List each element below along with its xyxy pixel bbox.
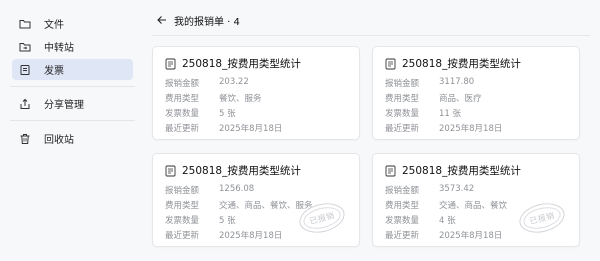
amount-value: 3117.80 <box>439 77 475 87</box>
updated-value: 2025年8月18日 <box>219 124 283 134</box>
type-value: 餐饮、服务 <box>219 94 262 104</box>
folder-icon <box>19 18 31 30</box>
amount-value: 1256.08 <box>219 184 255 194</box>
sidebar-item-label: 回收站 <box>44 135 74 146</box>
count-value: 5 张 <box>219 109 236 119</box>
stamp-text: 已报销 <box>308 210 336 226</box>
report-card[interactable]: 250818_按费用类型统计 报销金额 1256.08 费用类型 交通、商品、餐饮、… <box>152 153 360 247</box>
amount-row: 报销金额 203.22 <box>165 77 249 89</box>
sidebar-divider <box>10 86 135 87</box>
count-row: 发票数量 5 张 <box>165 107 236 119</box>
sidebar-item-files[interactable]: 文件 <box>12 13 133 34</box>
sidebar-item-share-management[interactable]: 分享管理 <box>12 93 133 114</box>
reimbursed-stamp: 已报销 <box>516 198 568 238</box>
card-title: 250818_按费用类型统计 <box>165 163 301 178</box>
amount-label: 报销金额 <box>385 186 420 196</box>
main-content: 我的报销单 · 4 250818_按费用类型统计 报销金额 203.22 费用类型… <box>142 0 600 261</box>
type-value: 商品、医疗 <box>439 94 482 104</box>
type-value: 交通、商品、餐饮 <box>439 201 508 211</box>
count-row: 发票数量 11 张 <box>385 107 461 119</box>
document-icon <box>385 58 396 70</box>
updated-label: 最近更新 <box>165 124 200 134</box>
count-value: 11 张 <box>439 109 462 119</box>
amount-label: 报销金额 <box>165 79 200 89</box>
card-title: 250818_按费用类型统计 <box>385 163 521 178</box>
updated-value: 2025年8月18日 <box>439 124 503 134</box>
amount-label: 报销金额 <box>165 186 200 196</box>
updated-label: 最近更新 <box>385 124 420 134</box>
card-title-text: 250818_按费用类型统计 <box>182 58 301 70</box>
sidebar-item-transfer[interactable]: 中转站 <box>12 36 133 57</box>
page-title: 我的报销单 · 4 <box>174 16 240 28</box>
updated-label: 最近更新 <box>165 231 200 241</box>
updated-row: 最近更新 2025年8月18日 <box>385 122 502 134</box>
updated-row: 最近更新 2025年8月18日 <box>165 229 282 241</box>
amount-row: 报销金额 3573.42 <box>385 184 474 196</box>
card-title-text: 250818_按费用类型统计 <box>402 58 521 70</box>
card-title: 250818_按费用类型统计 <box>165 56 301 71</box>
updated-row: 最近更新 2025年8月18日 <box>165 122 282 134</box>
type-row: 费用类型 交通、商品、餐饮 <box>385 199 507 211</box>
invoice-icon <box>19 64 31 76</box>
type-label: 费用类型 <box>385 201 420 211</box>
amount-row: 报销金额 1256.08 <box>165 184 254 196</box>
back-arrow-icon[interactable] <box>156 14 168 26</box>
sidebar-item-invoices[interactable]: 发票 <box>12 59 133 80</box>
amount-value: 203.22 <box>219 77 249 87</box>
updated-value: 2025年8月18日 <box>439 231 503 241</box>
count-value: 5 张 <box>219 216 236 226</box>
count-label: 发票数量 <box>165 216 200 226</box>
type-row: 费用类型 餐饮、服务 <box>165 92 262 104</box>
stamp-text: 已报销 <box>528 210 556 226</box>
type-label: 费用类型 <box>165 201 200 211</box>
updated-label: 最近更新 <box>385 231 420 241</box>
updated-row: 最近更新 2025年8月18日 <box>385 229 502 241</box>
document-icon <box>165 165 176 177</box>
report-card[interactable]: 250818_按费用类型统计 报销金额 3117.80 费用类型 商品、医疗 发票数… <box>372 46 580 140</box>
breadcrumb: 我的报销单 · 4 <box>156 12 240 28</box>
type-label: 费用类型 <box>165 94 200 104</box>
count-row: 发票数量 5 张 <box>165 214 236 226</box>
transfer-folder-icon <box>19 41 31 53</box>
report-card[interactable]: 250818_按费用类型统计 报销金额 3573.42 费用类型 交通、商品、餐饮 … <box>372 153 580 247</box>
count-label: 发票数量 <box>385 109 420 119</box>
share-icon <box>19 98 31 110</box>
amount-label: 报销金额 <box>385 79 420 89</box>
type-row: 费用类型 商品、医疗 <box>385 92 482 104</box>
trash-icon <box>19 133 31 145</box>
report-card[interactable]: 250818_按费用类型统计 报销金额 203.22 费用类型 餐饮、服务 发票数量… <box>152 46 360 140</box>
amount-value: 3573.42 <box>439 184 475 194</box>
sidebar-item-label: 发票 <box>44 66 64 77</box>
document-icon <box>385 165 396 177</box>
updated-value: 2025年8月18日 <box>219 231 283 241</box>
count-row: 发票数量 4 张 <box>385 214 456 226</box>
sidebar-item-label: 分享管理 <box>44 100 84 111</box>
card-title-text: 250818_按费用类型统计 <box>182 165 301 177</box>
sidebar-item-recycle-bin[interactable]: 回收站 <box>12 128 133 149</box>
count-label: 发票数量 <box>165 109 200 119</box>
type-label: 费用类型 <box>385 94 420 104</box>
count-label: 发票数量 <box>385 216 420 226</box>
count-value: 4 张 <box>439 216 456 226</box>
document-icon <box>165 58 176 70</box>
header-divider <box>152 35 590 36</box>
card-title-text: 250818_按费用类型统计 <box>402 165 521 177</box>
sidebar-divider <box>10 120 135 121</box>
type-row: 费用类型 交通、商品、餐饮、服务 <box>165 199 313 211</box>
sidebar-item-label: 文件 <box>44 20 64 31</box>
sidebar: 文件 中转站 发票 分享管理 回收站 <box>0 0 142 261</box>
sidebar-item-label: 中转站 <box>44 43 74 54</box>
type-value: 交通、商品、餐饮、服务 <box>219 201 313 211</box>
card-title: 250818_按费用类型统计 <box>385 56 521 71</box>
amount-row: 报销金额 3117.80 <box>385 77 474 89</box>
